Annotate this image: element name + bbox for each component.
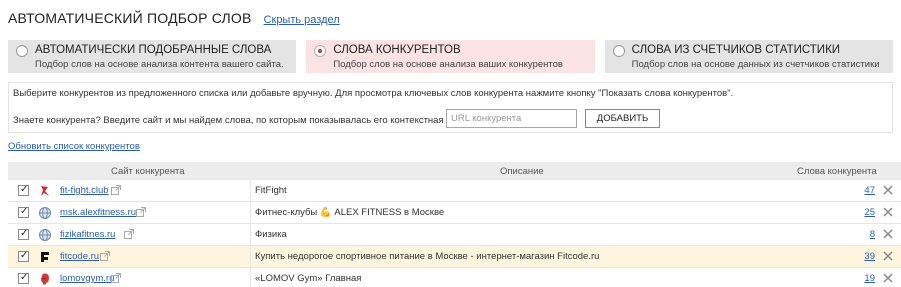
section-header: АВТОМАТИЧЕСКИЙ ПОДБОР СЛОВ Скрыть раздел <box>8 10 340 26</box>
fitfight-logo-icon <box>38 184 52 198</box>
remove-icon[interactable] <box>881 271 895 285</box>
row-checkbox[interactable] <box>18 184 29 196</box>
column-divider <box>250 246 251 267</box>
competitor-site-link[interactable]: lomovgym.ru <box>60 273 114 284</box>
competitor-words-count[interactable]: 19 <box>864 273 875 284</box>
column-divider <box>250 202 251 223</box>
row-checkbox[interactable] <box>18 206 29 218</box>
external-link-icon[interactable] <box>100 251 110 261</box>
competitor-add-panel: Выберите конкурентов из предложенного сп… <box>8 82 893 133</box>
tab-subtitle: Подбор слов на основе данных из счетчико… <box>631 59 880 70</box>
table-header: Сайт конкурента Описание Слова конкурент… <box>8 162 901 180</box>
refresh-competitors-link[interactable]: Обновить список конкурентов <box>8 141 140 152</box>
globe-icon <box>38 228 52 242</box>
column-header-words: Слова конкурента <box>797 166 877 177</box>
radio-button[interactable] <box>612 45 625 57</box>
competitor-site-link[interactable]: msk.alexfitness.ru <box>60 207 136 218</box>
column-header-description: Описание <box>500 166 544 177</box>
radio-button[interactable] <box>314 45 327 57</box>
competitor-site-link[interactable]: fitcode.ru <box>60 251 99 262</box>
external-link-icon[interactable] <box>124 229 134 239</box>
tab-subtitle: Подбор слов на основе анализа контента в… <box>35 59 284 70</box>
mode-tabs: АВТОМАТИЧЕСКИ ПОДОБРАННЫЕ СЛОВА Подбор с… <box>8 40 893 73</box>
competitor-url-input[interactable] <box>446 109 577 128</box>
boxing-glove-icon <box>38 272 52 286</box>
competitor-words-count[interactable]: 47 <box>864 185 875 196</box>
competitor-description: Купить недорогое спортивное питание в Мо… <box>255 251 600 262</box>
globe-icon <box>38 206 52 220</box>
tab-title: СЛОВА КОНКУРЕНТОВ <box>333 44 461 56</box>
tab-auto-words[interactable]: АВТОМАТИЧЕСКИ ПОДОБРАННЫЕ СЛОВА Подбор с… <box>8 40 297 73</box>
add-competitor-button[interactable]: ДОБАВИТЬ <box>585 109 660 128</box>
external-link-icon[interactable] <box>111 273 121 283</box>
tab-title: СЛОВА ИЗ СЧЕТЧИКОВ СТАТИСТИКИ <box>631 44 841 56</box>
competitor-description: «LOMOV Gym» Главная <box>255 273 362 284</box>
row-checkbox[interactable] <box>18 250 29 262</box>
remove-icon[interactable] <box>881 227 895 241</box>
table-row: fizikafitnes.ru Физика 8 <box>8 224 901 246</box>
remove-icon[interactable] <box>881 183 895 197</box>
remove-icon[interactable] <box>881 205 895 219</box>
column-divider <box>250 224 251 245</box>
remove-icon[interactable] <box>881 249 895 263</box>
column-divider <box>250 268 251 287</box>
hide-section-link[interactable]: Скрыть раздел <box>264 14 340 26</box>
competitor-prompt-label: Знаете конкурента? Введите сайт и мы най… <box>13 115 487 126</box>
column-divider <box>250 180 251 201</box>
tab-title: АВТОМАТИЧЕСКИ ПОДОБРАННЫЕ СЛОВА <box>35 44 272 56</box>
competitor-words-count[interactable]: 25 <box>864 207 875 218</box>
competitors-table: Сайт конкурента Описание Слова конкурент… <box>8 162 901 287</box>
row-checkbox[interactable] <box>18 228 29 240</box>
external-link-icon[interactable] <box>111 185 121 195</box>
tab-competitor-words[interactable]: СЛОВА КОНКУРЕНТОВ Подбор слов на основе … <box>306 40 595 73</box>
tab-subtitle: Подбор слов на основе анализа ваших конк… <box>333 59 563 70</box>
competitor-description: FitFight <box>255 185 287 196</box>
column-header-site: Сайт конкурента <box>111 166 185 177</box>
external-link-icon[interactable] <box>136 207 146 217</box>
competitor-site-link[interactable]: fizikafitnes.ru <box>60 229 115 240</box>
tab-stats-words[interactable]: СЛОВА ИЗ СЧЕТЧИКОВ СТАТИСТИКИ Подбор сло… <box>604 40 893 73</box>
competitor-site-link[interactable]: fit-fight.club <box>60 185 109 196</box>
page-title: АВТОМАТИЧЕСКИЙ ПОДБОР СЛОВ <box>8 10 252 26</box>
table-row: lomovgym.ru «LOMOV Gym» Главная 19 <box>8 268 901 287</box>
radio-button[interactable] <box>16 45 28 57</box>
competitor-words-count[interactable]: 8 <box>870 229 875 240</box>
competitor-words-count[interactable]: 39 <box>864 251 875 262</box>
table-row: fitcode.ru Купить недорогое спортивное п… <box>8 246 901 268</box>
table-row: fit-fight.club FitFight 47 <box>8 180 901 202</box>
fitcode-logo-icon <box>38 250 52 264</box>
competitor-description: Физика <box>255 229 287 240</box>
row-checkbox[interactable] <box>18 272 29 284</box>
instruction-text: Выберите конкурентов из предложенного сп… <box>13 88 734 99</box>
competitor-description: Фитнес-клубы 💪 ALEX FITNESS в Москве <box>255 207 445 218</box>
table-row: msk.alexfitness.ru Фитнес-клубы 💪 ALEX F… <box>8 202 901 224</box>
